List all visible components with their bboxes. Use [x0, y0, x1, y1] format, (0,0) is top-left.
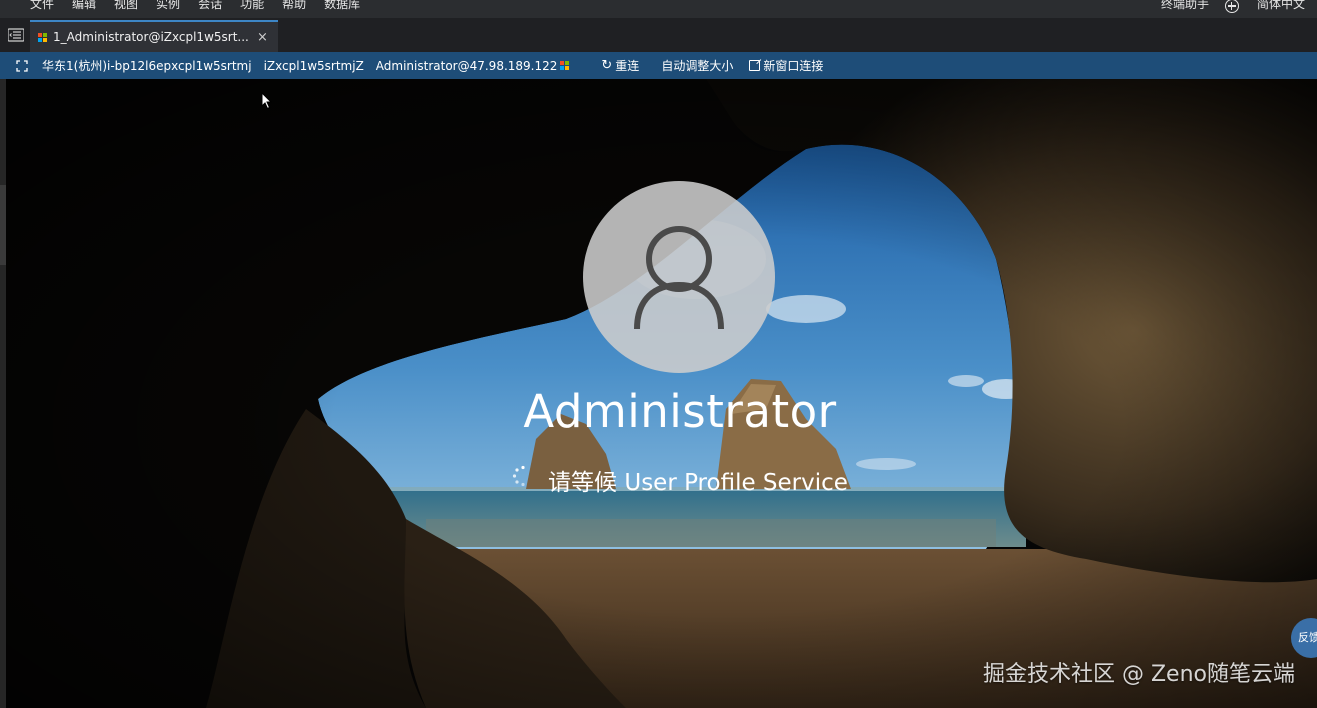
terminal-assistant-button[interactable]: 终端助手: [1161, 0, 1209, 10]
login-username: Administrator: [523, 385, 837, 438]
windows-logo-icon: [38, 32, 47, 42]
reconnect-label: 重连: [615, 59, 640, 73]
menu-view[interactable]: 视图: [114, 0, 138, 10]
remote-desktop-view[interactable]: Administrator 请等候 User Profile Service: [6, 79, 1317, 708]
new-window-label: 新窗口连接: [763, 59, 824, 73]
loading-spinner-icon: [512, 465, 525, 487]
tab-title: 1_Administrator@iZxcpl1w5srt...: [53, 30, 249, 44]
language-selector[interactable]: 简体中文: [1257, 0, 1305, 10]
user-silhouette-icon: [634, 226, 724, 330]
menu-function[interactable]: 功能: [240, 0, 264, 10]
watermark: 掘金技术社区 @ Zeno随笔云端: [983, 662, 1295, 687]
mouse-pointer-icon: [261, 92, 273, 110]
menu-file[interactable]: 文件: [30, 0, 54, 10]
reconnect-button[interactable]: ↻ 重连: [601, 57, 639, 74]
instance-region-label: 华东1(杭州)i-bp12l6epxcpl1w5srtmj: [42, 59, 252, 73]
fullscreen-icon[interactable]: [16, 59, 28, 72]
menu-bar: 文件 编辑 视图 实例 会话 功能 帮助 数据库 终端助手 简体中文: [0, 0, 1317, 14]
hostname-label: iZxcpl1w5srtmjZ: [263, 58, 364, 73]
sidebar-toggle-icon[interactable]: [8, 28, 24, 42]
add-circle-icon[interactable]: [1224, 0, 1239, 13]
user-ip-label: Administrator@47.98.189.122: [376, 59, 570, 73]
connection-toolbar: 华东1(杭州)i-bp12l6epxcpl1w5srtmj iZxcpl1w5s…: [0, 52, 1317, 79]
login-status: 请等候 User Profile Service: [446, 463, 914, 497]
auto-resize-button[interactable]: 自动调整大小: [661, 57, 733, 74]
menu-edit[interactable]: 编辑: [72, 0, 96, 10]
menu-database[interactable]: 数据库: [324, 0, 360, 10]
external-link-icon: [749, 60, 761, 71]
menu-instance[interactable]: 实例: [156, 0, 180, 10]
menu-help[interactable]: 帮助: [282, 0, 306, 10]
user-avatar: [583, 181, 775, 373]
user-ip-text: Administrator@47.98.189.122: [375, 58, 558, 73]
menu-session[interactable]: 会话: [198, 0, 222, 10]
menu-list: 文件 编辑 视图 实例 会话 功能 帮助 数据库: [30, 0, 378, 10]
login-status-text: 请等候 User Profile Service: [548, 470, 848, 496]
tab-bar: 1_Administrator@iZxcpl1w5srt... ×: [0, 14, 1317, 52]
new-window-button[interactable]: 新窗口连接: [749, 57, 823, 74]
session-tab[interactable]: 1_Administrator@iZxcpl1w5srt... ×: [30, 20, 278, 52]
close-icon[interactable]: ×: [257, 30, 268, 45]
menu-right: 终端助手 简体中文: [1161, 0, 1317, 13]
refresh-icon: ↻: [601, 58, 613, 73]
windows-logo-icon: [560, 61, 570, 70]
